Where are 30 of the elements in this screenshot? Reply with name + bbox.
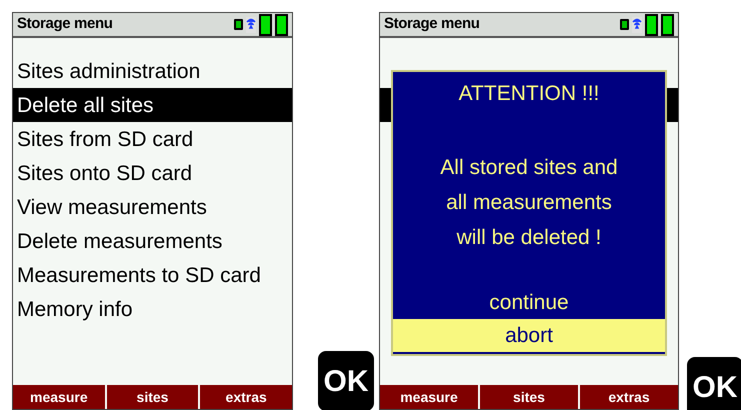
dialog-title: ATTENTION !!! xyxy=(458,81,600,107)
softkey-button[interactable]: extras xyxy=(200,385,292,409)
menu-item[interactable]: Measurements to SD card xyxy=(13,258,292,292)
battery-icon xyxy=(275,14,288,36)
dialog-option[interactable]: continue xyxy=(393,286,665,319)
signal-icon xyxy=(246,16,256,32)
softkey-button[interactable]: sites xyxy=(480,385,578,409)
dialog-option[interactable]: abort xyxy=(393,319,665,352)
menu-item[interactable]: View measurements xyxy=(13,190,292,224)
menu-item[interactable]: Sites from SD card xyxy=(13,122,292,156)
softkey-button[interactable]: measure xyxy=(380,385,478,409)
softkey-button[interactable]: sites xyxy=(106,385,198,409)
screen-title: Storage menu xyxy=(17,14,113,34)
battery-icon xyxy=(645,14,658,36)
menu-item[interactable]: Delete measurements xyxy=(13,224,292,258)
menu-item[interactable]: Sites administration xyxy=(13,54,292,88)
softkey-button[interactable]: extras xyxy=(580,385,678,409)
ok-button[interactable]: OK xyxy=(687,357,741,410)
menu-item[interactable]: Delete all sites xyxy=(13,88,292,122)
dialog-message: All stored sites and all measurements will be deleted ! xyxy=(440,154,618,250)
signal-icon xyxy=(632,16,642,32)
memory-card-icon xyxy=(234,19,243,30)
battery-icon xyxy=(661,14,674,36)
ok-button[interactable]: OK xyxy=(318,351,374,410)
screen-title: Storage menu xyxy=(384,14,480,34)
menu-item[interactable]: Sites onto SD card xyxy=(13,156,292,190)
softkey-button[interactable]: measure xyxy=(13,385,105,409)
memory-card-icon xyxy=(620,19,629,30)
menu-item[interactable]: Memory info xyxy=(13,292,292,326)
battery-icon xyxy=(259,14,272,36)
